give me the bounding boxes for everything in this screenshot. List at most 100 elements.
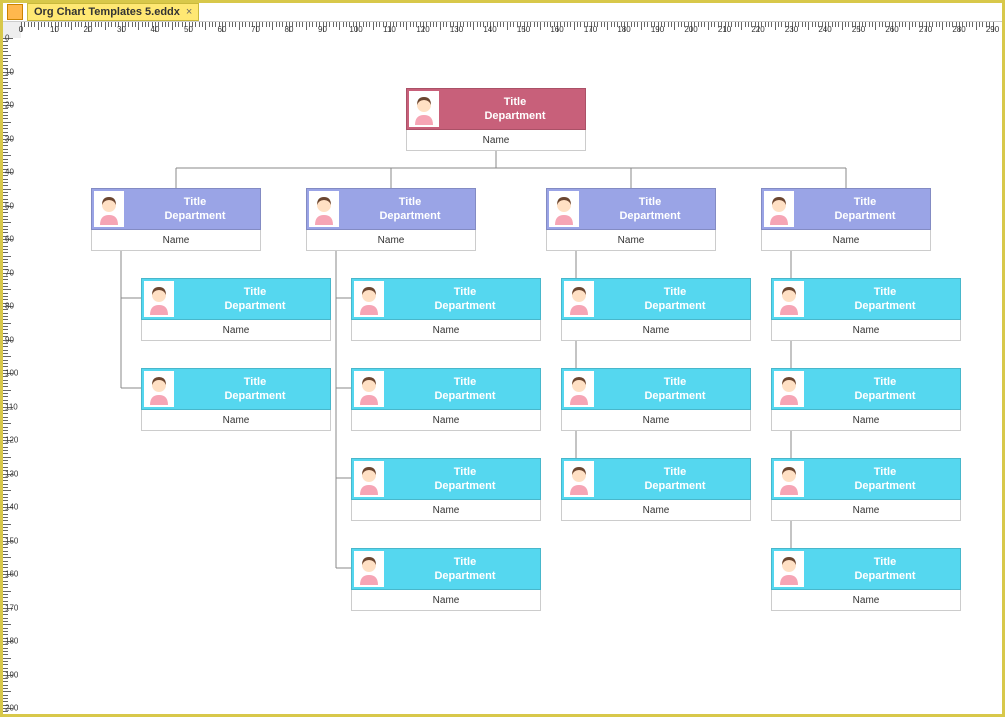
org-node-title-block: Title Department — [600, 375, 750, 403]
avatar-icon — [354, 371, 384, 407]
org-node-title-block: Title Department — [390, 285, 540, 313]
org-node-name: Name — [771, 410, 961, 431]
org-node[interactable]: Title Department Name — [771, 548, 961, 611]
org-node-title: Title — [390, 555, 540, 569]
org-node-title-block: Title Department — [810, 465, 960, 493]
org-node[interactable]: Title Department Name — [771, 458, 961, 521]
org-node-title: Title — [800, 195, 930, 209]
org-node-header: Title Department — [761, 188, 931, 230]
org-node-dept: Department — [390, 389, 540, 403]
org-node-name: Name — [761, 230, 931, 251]
org-node-title: Title — [810, 555, 960, 569]
org-node-title-block: Title Department — [390, 465, 540, 493]
avatar-icon — [774, 461, 804, 497]
org-node-header: Title Department — [351, 458, 541, 500]
org-node-header: Title Department — [351, 368, 541, 410]
avatar-icon — [764, 191, 794, 227]
avatar-icon — [354, 281, 384, 317]
page[interactable]: Title Department Name Title Department N… — [51, 38, 971, 717]
org-node-dept: Department — [445, 109, 585, 123]
org-node-title-block: Title Department — [600, 285, 750, 313]
org-node-name: Name — [561, 500, 751, 521]
org-node-title: Title — [810, 285, 960, 299]
org-node[interactable]: Title Department Name — [351, 548, 541, 611]
org-node[interactable]: Title Department Name — [351, 458, 541, 521]
org-node[interactable]: Title Department Name — [351, 368, 541, 431]
org-node-dept: Department — [345, 209, 475, 223]
org-node[interactable]: Title Department Name — [761, 188, 931, 251]
org-node-title-block: Title Department — [445, 95, 585, 123]
org-node-dept: Department — [180, 299, 330, 313]
org-node-title: Title — [600, 375, 750, 389]
org-node-title: Title — [345, 195, 475, 209]
org-node-title: Title — [810, 465, 960, 479]
org-node-name: Name — [141, 320, 331, 341]
avatar-icon — [549, 191, 579, 227]
avatar-icon — [774, 551, 804, 587]
org-node[interactable]: Title Department Name — [406, 88, 586, 151]
org-node-name: Name — [351, 500, 541, 521]
org-node-dept: Department — [800, 209, 930, 223]
document-tab[interactable]: Org Chart Templates 5.eddx × — [27, 3, 199, 21]
tab-bar: Org Chart Templates 5.eddx × — [3, 3, 1002, 22]
org-node-title: Title — [180, 285, 330, 299]
org-node-header: Title Department — [406, 88, 586, 130]
org-node-name: Name — [351, 320, 541, 341]
tab-close-icon[interactable]: × — [186, 6, 192, 18]
org-node[interactable]: Title Department Name — [141, 368, 331, 431]
org-node-dept: Department — [600, 299, 750, 313]
org-node-header: Title Department — [561, 458, 751, 500]
org-node-dept: Department — [600, 389, 750, 403]
org-node[interactable]: Title Department Name — [306, 188, 476, 251]
org-node[interactable]: Title Department Name — [561, 458, 751, 521]
canvas[interactable]: Title Department Name Title Department N… — [21, 38, 1002, 714]
org-node-name: Name — [771, 320, 961, 341]
org-node-header: Title Department — [91, 188, 261, 230]
org-node-header: Title Department — [546, 188, 716, 230]
org-node[interactable]: Title Department Name — [351, 278, 541, 341]
org-node-dept: Department — [390, 569, 540, 583]
org-node-dept: Department — [390, 299, 540, 313]
org-node-title-block: Title Department — [800, 195, 930, 223]
avatar-icon — [774, 281, 804, 317]
avatar-icon — [309, 191, 339, 227]
org-node-header: Title Department — [141, 278, 331, 320]
avatar-icon — [144, 371, 174, 407]
org-node[interactable]: Title Department Name — [561, 278, 751, 341]
org-node[interactable]: Title Department Name — [561, 368, 751, 431]
org-node-name: Name — [561, 410, 751, 431]
avatar-icon — [774, 371, 804, 407]
horizontal-ruler[interactable]: 0102030405060708090100110120130140150160… — [21, 22, 1002, 39]
org-node-dept: Department — [585, 209, 715, 223]
org-node-dept: Department — [810, 299, 960, 313]
org-node-title: Title — [390, 465, 540, 479]
org-node-header: Title Department — [771, 278, 961, 320]
org-node-header: Title Department — [561, 278, 751, 320]
vertical-ruler[interactable]: 0102030405060708090100110120130140150160… — [3, 38, 22, 714]
org-node-header: Title Department — [561, 368, 751, 410]
org-node[interactable]: Title Department Name — [141, 278, 331, 341]
org-node-title-block: Title Department — [585, 195, 715, 223]
org-node-header: Title Department — [771, 458, 961, 500]
org-node-title: Title — [810, 375, 960, 389]
org-node-name: Name — [306, 230, 476, 251]
avatar-icon — [144, 281, 174, 317]
avatar-icon — [94, 191, 124, 227]
org-node-header: Title Department — [141, 368, 331, 410]
org-node[interactable]: Title Department Name — [546, 188, 716, 251]
org-node-header: Title Department — [771, 548, 961, 590]
org-node-title: Title — [445, 95, 585, 109]
org-node[interactable]: Title Department Name — [771, 368, 961, 431]
tab-filename: Org Chart Templates 5.eddx — [34, 6, 180, 18]
org-node-title-block: Title Department — [810, 285, 960, 313]
org-node[interactable]: Title Department Name — [91, 188, 261, 251]
org-node-title-block: Title Department — [810, 555, 960, 583]
org-node-name: Name — [771, 500, 961, 521]
org-node-dept: Department — [600, 479, 750, 493]
org-node-title-block: Title Department — [600, 465, 750, 493]
org-node-title-block: Title Department — [390, 555, 540, 583]
org-node-dept: Department — [130, 209, 260, 223]
org-node-title-block: Title Department — [390, 375, 540, 403]
org-node-name: Name — [406, 130, 586, 151]
org-node[interactable]: Title Department Name — [771, 278, 961, 341]
